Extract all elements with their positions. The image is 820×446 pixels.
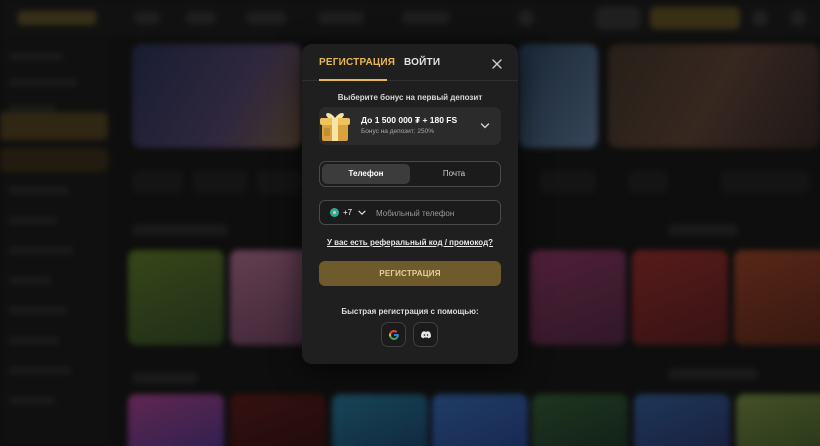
auth-tabs: РЕГИСТРАЦИЯ ВОЙТИ: [302, 44, 518, 81]
tab-login[interactable]: ВОЙТИ: [404, 57, 440, 68]
chevron-down-icon: [480, 123, 490, 129]
bonus-subtitle: Бонус на депозит: 250%: [361, 128, 435, 135]
chevron-down-icon[interactable]: [358, 210, 366, 216]
active-tab-indicator: [319, 79, 387, 81]
country-flag-icon[interactable]: [330, 208, 339, 217]
close-icon: [492, 59, 502, 69]
google-icon: [389, 330, 399, 340]
bonus-select[interactable]: До 1 500 000 ₮ + 180 FS Бонус на депозит…: [319, 107, 501, 145]
method-email-button[interactable]: Почта: [410, 164, 498, 184]
quick-registration-caption: Быстрая регистрация с помощью:: [341, 307, 479, 316]
phone-field: +7: [319, 200, 501, 225]
registration-modal: РЕГИСТРАЦИЯ ВОЙТИ Выберите бонус на перв…: [302, 44, 518, 364]
bonus-caption: Выберите бонус на первый депозит: [337, 93, 483, 102]
tab-register[interactable]: РЕГИСТРАЦИЯ: [319, 57, 395, 68]
method-phone-button[interactable]: Телефон: [322, 164, 410, 184]
discord-icon: [421, 331, 431, 339]
close-button[interactable]: [490, 57, 504, 71]
registration-method-toggle: Телефон Почта: [319, 161, 501, 187]
bonus-title: До 1 500 000 ₮ + 180 FS: [361, 115, 458, 125]
country-code[interactable]: +7: [343, 208, 352, 217]
google-signup-button[interactable]: [381, 322, 406, 347]
phone-input[interactable]: [376, 205, 496, 221]
register-submit-button[interactable]: РЕГИСТРАЦИЯ: [319, 261, 501, 286]
promo-code-link[interactable]: У вас есть реферальный код / промокод?: [302, 238, 518, 247]
discord-signup-button[interactable]: [413, 322, 438, 347]
gift-box-icon: [320, 113, 350, 141]
